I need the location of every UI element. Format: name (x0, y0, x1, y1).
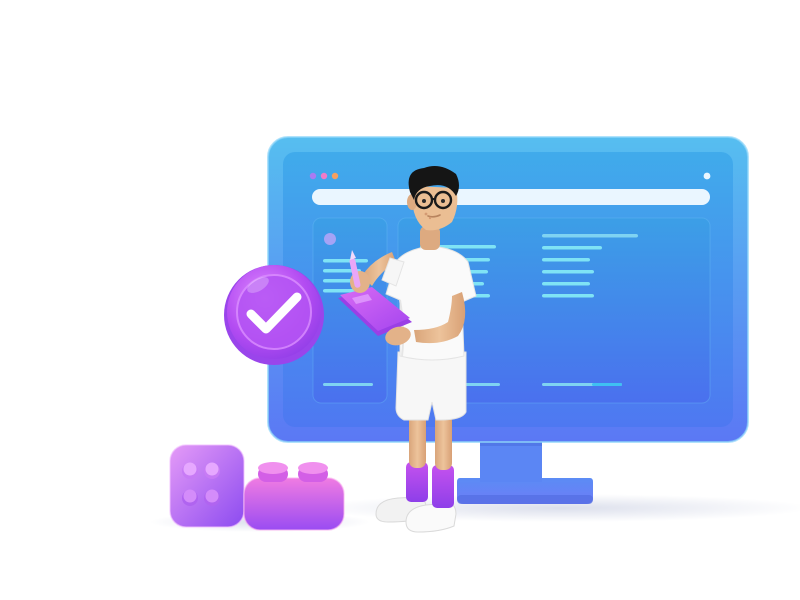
monitor (267, 136, 749, 504)
window-dot (331, 172, 339, 180)
illustration-scene (0, 0, 800, 600)
toy-brick-icon (243, 462, 345, 531)
window-dot (320, 172, 328, 180)
avatar (324, 233, 336, 245)
address-bar (312, 189, 710, 205)
toy-brick-icon (169, 444, 245, 528)
illustration (150, 136, 800, 533)
window-dot (703, 172, 711, 180)
sock (432, 465, 454, 508)
leg (435, 414, 452, 470)
check-badge-icon (224, 265, 324, 365)
window-dot (309, 172, 317, 180)
